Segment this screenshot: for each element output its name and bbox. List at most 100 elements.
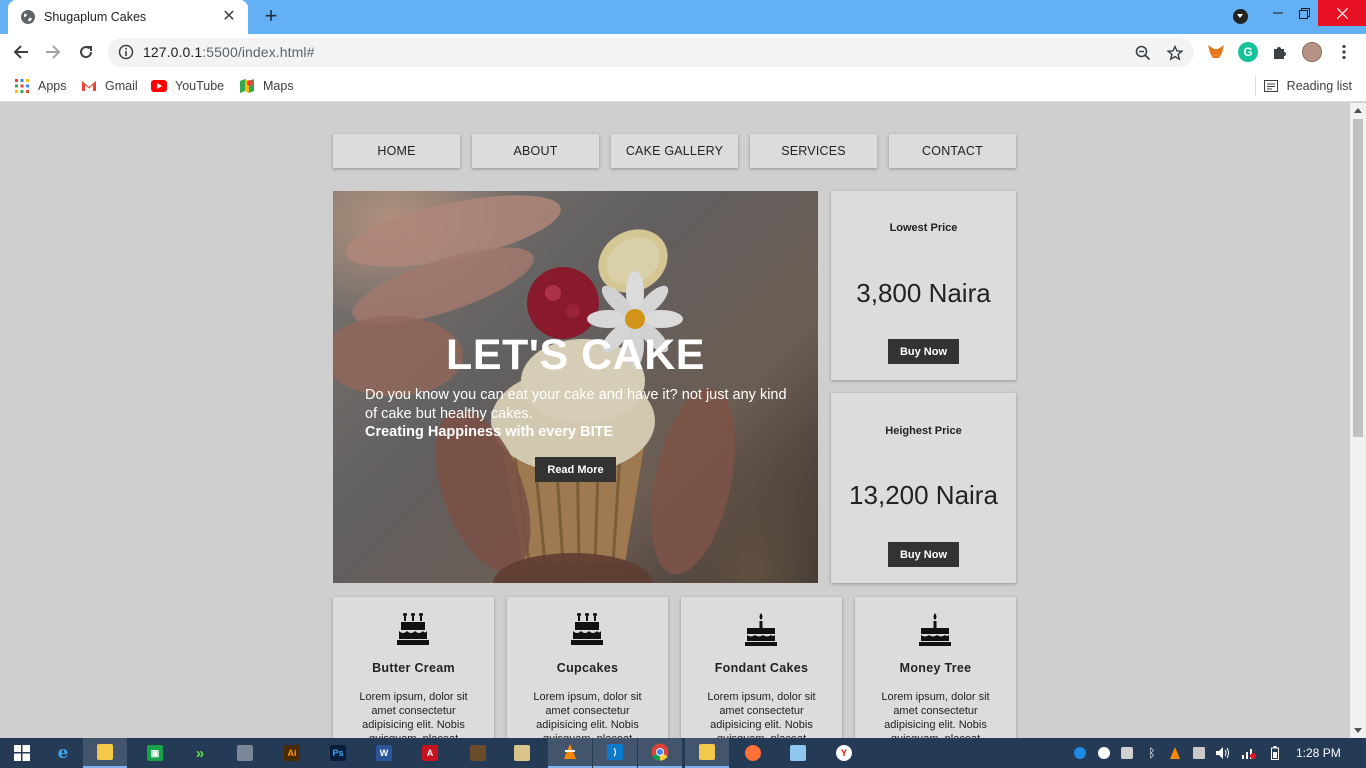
- volume-icon[interactable]: [1212, 738, 1234, 768]
- buy-now-button[interactable]: Buy Now: [888, 339, 959, 364]
- hero-description: Do you know you can eat your cake and ha…: [365, 387, 787, 422]
- close-tab-icon[interactable]: ✕: [220, 8, 238, 26]
- tray-audio-icon[interactable]: [1116, 738, 1138, 768]
- tab-strip: Shugaplum Cakes ✕ +: [0, 0, 1366, 34]
- menu-kebab-icon[interactable]: [1334, 42, 1354, 62]
- browser-toolbar: 127.0.0.1:5500/index.html# G: [0, 34, 1366, 70]
- tab-search-icon[interactable]: [1233, 9, 1248, 24]
- internet-explorer-icon: e: [57, 743, 69, 763]
- firefox-icon: [745, 745, 761, 761]
- product-card-butter-cream[interactable]: Butter Cream Lorem ipsum, dolor sit amet…: [333, 597, 494, 738]
- reading-list-button[interactable]: Reading list: [1263, 76, 1352, 96]
- forward-button[interactable]: [40, 40, 66, 64]
- taskbar-illustrator[interactable]: Ai: [270, 738, 314, 768]
- network-icon[interactable]: [1238, 738, 1260, 768]
- bookmark-star-icon[interactable]: [1165, 43, 1185, 63]
- reload-button[interactable]: [73, 40, 99, 64]
- bookmarks-bar: Apps Gmail YouTube Maps Reading list: [0, 70, 1366, 102]
- taskbar-app-window[interactable]: [500, 738, 544, 768]
- birthday-cake-icon: [571, 613, 603, 645]
- app-window-icon: [514, 745, 530, 761]
- tray-sync-icon[interactable]: [1069, 738, 1091, 768]
- product-card-money-tree[interactable]: Money Tree Lorem ipsum, dolor sit amet c…: [855, 597, 1016, 738]
- taskbar-acrobat[interactable]: A: [408, 738, 452, 768]
- windows-taskbar: e ▣ » Ai Ps W A ⟩ Y ᛒ 1:28 PM: [0, 738, 1366, 768]
- restore-icon: [1298, 7, 1310, 19]
- illustrator-icon: Ai: [284, 745, 300, 761]
- taskbar-clock[interactable]: 1:28 PM: [1296, 746, 1341, 760]
- read-more-button[interactable]: Read More: [535, 457, 616, 482]
- price-label: Heighest Price: [885, 425, 962, 437]
- nav-services[interactable]: SERVICES: [750, 134, 877, 168]
- browser-tab[interactable]: Shugaplum Cakes ✕: [8, 0, 248, 34]
- battery-icon[interactable]: [1264, 738, 1286, 768]
- bookmark-youtube[interactable]: YouTube: [151, 76, 224, 96]
- cake-candle-icon: [745, 613, 777, 646]
- start-button[interactable]: [0, 738, 44, 768]
- product-title: Cupcakes: [556, 661, 619, 675]
- grammarly-icon[interactable]: G: [1238, 42, 1258, 62]
- info-icon[interactable]: [118, 44, 134, 60]
- taskbar-store[interactable]: ▣: [133, 738, 177, 768]
- scroll-up-icon[interactable]: [1354, 108, 1362, 113]
- bluetooth-icon[interactable]: ᛒ: [1141, 738, 1163, 768]
- buy-now-button[interactable]: Buy Now: [888, 542, 959, 567]
- taskbar-explorer-window[interactable]: [685, 738, 729, 768]
- new-tab-button[interactable]: +: [259, 5, 283, 29]
- nav-cake-gallery[interactable]: CAKE GALLERY: [611, 134, 738, 168]
- taskbar-vlc[interactable]: [548, 738, 592, 768]
- scroll-down-icon[interactable]: [1354, 728, 1362, 733]
- apps-grid-icon: [14, 78, 30, 94]
- divider: [1255, 76, 1256, 96]
- nav-contact[interactable]: CONTACT: [889, 134, 1016, 168]
- extensions-puzzle-icon[interactable]: [1270, 42, 1290, 62]
- taskbar-photoshop[interactable]: Ps: [316, 738, 360, 768]
- address-bar[interactable]: 127.0.0.1:5500/index.html#: [108, 38, 1194, 67]
- taskbar-file-explorer[interactable]: [83, 738, 127, 768]
- taskbar-internet-explorer[interactable]: e: [41, 738, 85, 768]
- gmail-icon: [81, 78, 97, 94]
- chrome-icon: [651, 743, 669, 761]
- tray-yandex-icon[interactable]: [1093, 738, 1115, 768]
- nav-about[interactable]: ABOUT: [472, 134, 599, 168]
- keyboard-icon: [237, 745, 253, 761]
- profile-avatar[interactable]: [1302, 42, 1322, 62]
- back-button[interactable]: [8, 40, 34, 64]
- product-card-fondant-cakes[interactable]: Fondant Cakes Lorem ipsum, dolor sit ame…: [681, 597, 842, 738]
- scrollbar-thumb[interactable]: [1353, 119, 1363, 437]
- url-text[interactable]: 127.0.0.1:5500/index.html#: [143, 44, 315, 60]
- url-host: 127.0.0.1: [143, 44, 203, 60]
- taskbar-vscode[interactable]: ⟩: [593, 738, 637, 768]
- price-label: Lowest Price: [889, 222, 958, 234]
- bookmark-label: Maps: [263, 79, 294, 93]
- metamask-icon[interactable]: [1206, 42, 1226, 62]
- page-scrollbar[interactable]: [1350, 103, 1366, 738]
- product-description: Lorem ipsum, dolor sit amet consectetur …: [359, 691, 468, 738]
- bookmark-maps[interactable]: Maps: [239, 76, 294, 96]
- taskbar-yandex[interactable]: Y: [822, 738, 866, 768]
- minimize-button[interactable]: [1266, 0, 1290, 26]
- close-window-button[interactable]: [1318, 0, 1366, 26]
- taskbar-notepad[interactable]: [776, 738, 820, 768]
- acrobat-icon: A: [422, 745, 438, 761]
- bookmark-gmail[interactable]: Gmail: [81, 76, 138, 96]
- zoom-icon[interactable]: [1133, 43, 1153, 63]
- maximize-button[interactable]: [1292, 0, 1316, 26]
- tray-flag-icon[interactable]: [1188, 738, 1210, 768]
- taskbar-archive[interactable]: [456, 738, 500, 768]
- taskbar-app-arrow[interactable]: »: [178, 738, 222, 768]
- bookmark-apps[interactable]: Apps: [14, 76, 67, 96]
- maps-icon: [239, 78, 255, 94]
- taskbar-word[interactable]: W: [362, 738, 406, 768]
- product-title: Fondant Cakes: [714, 661, 809, 675]
- hero-banner: LET'S CAKE Do you know you can eat your …: [333, 191, 818, 583]
- taskbar-firefox[interactable]: [731, 738, 775, 768]
- arrow-left-icon: [13, 45, 28, 59]
- product-card-cupcakes[interactable]: Cupcakes Lorem ipsum, dolor sit amet con…: [507, 597, 668, 738]
- taskbar-chrome[interactable]: [638, 738, 682, 768]
- taskbar-keyboard[interactable]: [223, 738, 267, 768]
- birthday-cake-icon: [397, 613, 429, 645]
- hero-title: LET'S CAKE: [446, 331, 705, 379]
- nav-home[interactable]: HOME: [333, 134, 460, 168]
- tray-vlc-icon[interactable]: [1164, 738, 1186, 768]
